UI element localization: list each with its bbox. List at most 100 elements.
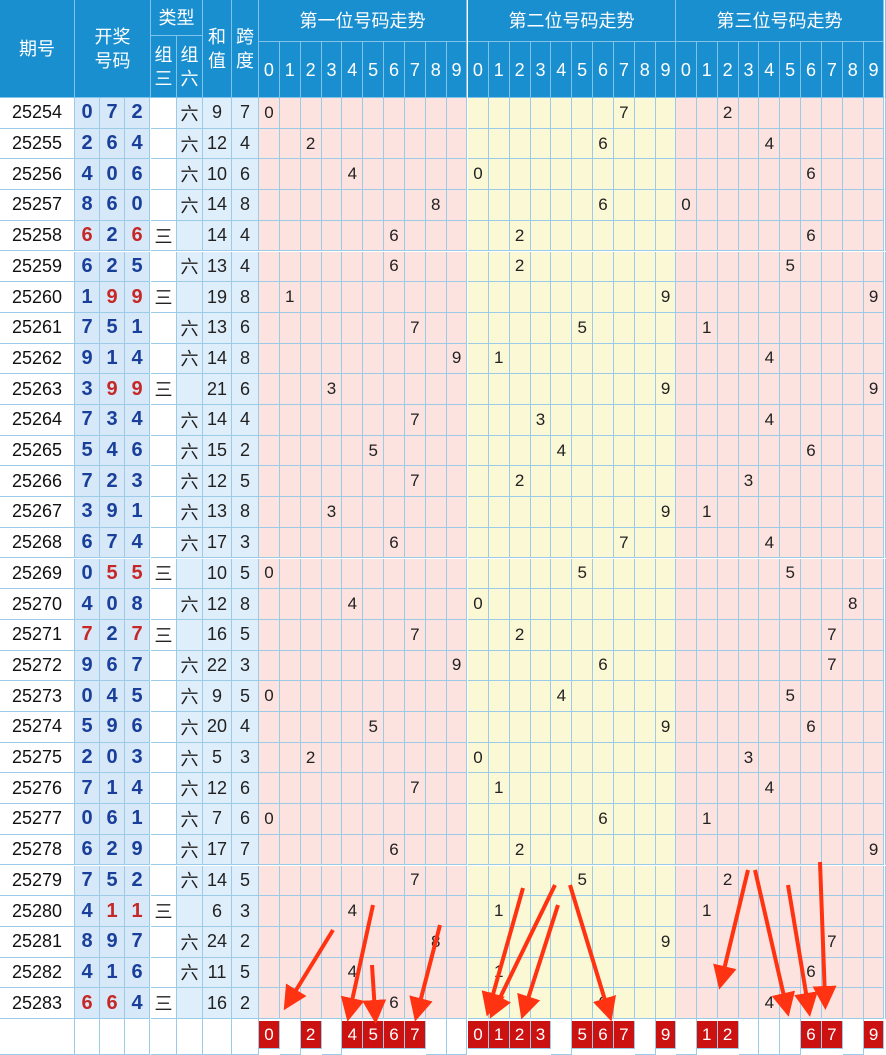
trend-cell bbox=[738, 98, 760, 129]
trend-cell bbox=[759, 804, 781, 835]
trend-cell bbox=[321, 957, 343, 989]
trend-cell bbox=[342, 742, 364, 774]
trend-hit-1: 8 bbox=[425, 190, 447, 221]
draw-digit: 8 bbox=[75, 190, 100, 221]
header-digit-1-4: 4 bbox=[342, 42, 364, 98]
trend-cell bbox=[509, 343, 531, 375]
prediction-digit-1: 2 bbox=[300, 1021, 322, 1049]
trend-cell bbox=[696, 251, 718, 283]
prediction-blank bbox=[177, 1019, 203, 1055]
trend-cell bbox=[780, 957, 802, 989]
type-zu3-cell: 三 bbox=[151, 619, 177, 651]
header-digit-3-9: 9 bbox=[863, 42, 885, 98]
span-cell: 4 bbox=[232, 712, 259, 743]
trend-cell bbox=[821, 988, 843, 1019]
trend-cell bbox=[446, 527, 468, 559]
trend-cell bbox=[780, 343, 802, 375]
draw-digit: 1 bbox=[125, 896, 150, 927]
trend-cell bbox=[821, 374, 843, 405]
trend-cell bbox=[572, 527, 594, 559]
trend-cell bbox=[593, 527, 614, 559]
trend-cell bbox=[488, 435, 510, 467]
trend-cell bbox=[842, 681, 864, 712]
trend-cell bbox=[530, 619, 552, 651]
trend-cell bbox=[509, 865, 531, 897]
type-zu3-cell bbox=[151, 466, 177, 498]
trend-hit-3: 9 bbox=[863, 282, 885, 313]
trend-cell bbox=[488, 589, 510, 620]
trend-cell bbox=[321, 435, 343, 467]
trend-cell bbox=[759, 98, 781, 129]
trend-cell bbox=[780, 896, 802, 927]
trend-cell bbox=[655, 896, 677, 927]
type-zu6-cell: 六 bbox=[177, 405, 203, 436]
type-zu3-cell: 三 bbox=[151, 558, 177, 590]
trend-cell bbox=[613, 681, 635, 712]
draw-digit: 4 bbox=[125, 988, 150, 1019]
type-zu6-cell: 六 bbox=[177, 527, 203, 559]
trend-cell bbox=[300, 527, 322, 559]
trend-cell bbox=[404, 159, 426, 191]
trend-cell bbox=[342, 712, 364, 743]
trend-cell bbox=[279, 957, 301, 989]
trend-cell bbox=[363, 251, 385, 283]
trend-cell bbox=[821, 159, 843, 191]
trend-cell bbox=[363, 220, 385, 252]
trend-cell bbox=[863, 681, 885, 712]
trend-cell bbox=[759, 926, 781, 958]
draw-digit: 7 bbox=[75, 466, 100, 498]
draw-digit: 4 bbox=[125, 405, 150, 436]
trend-cell bbox=[468, 190, 489, 221]
draw-digit: 1 bbox=[100, 957, 125, 989]
trend-cell bbox=[321, 312, 343, 344]
draw-digit: 9 bbox=[100, 282, 125, 313]
trend-cell bbox=[425, 435, 447, 467]
trend-cell bbox=[717, 190, 739, 221]
trend-cell bbox=[279, 681, 301, 712]
trend-hit-3: 2 bbox=[717, 865, 739, 897]
trend-cell bbox=[655, 98, 677, 129]
trend-cell bbox=[384, 650, 405, 682]
prediction-blank bbox=[551, 1019, 573, 1055]
trend-cell bbox=[509, 282, 531, 313]
trend-cell bbox=[404, 220, 426, 252]
trend-cell bbox=[613, 589, 635, 620]
type-zu3-cell bbox=[151, 865, 177, 897]
trend-cell bbox=[300, 435, 322, 467]
trend-cell bbox=[342, 466, 364, 498]
trend-cell bbox=[759, 589, 781, 620]
trend-cell bbox=[613, 650, 635, 682]
trend-cell bbox=[488, 527, 510, 559]
trend-cell bbox=[300, 957, 322, 989]
trend-cell bbox=[655, 527, 677, 559]
draw-digit: 5 bbox=[75, 435, 100, 467]
trend-cell bbox=[259, 374, 280, 405]
draw-digit: 8 bbox=[125, 589, 150, 620]
trend-hit-1: 4 bbox=[342, 159, 364, 191]
type-zu3-cell: 三 bbox=[151, 220, 177, 252]
trend-cell bbox=[655, 466, 677, 498]
trend-hit-2: 1 bbox=[488, 957, 510, 989]
trend-cell bbox=[384, 742, 405, 774]
draw-digit: 7 bbox=[75, 405, 100, 436]
trend-cell bbox=[593, 159, 614, 191]
draw-digit: 7 bbox=[125, 926, 150, 958]
trend-cell bbox=[842, 190, 864, 221]
trend-cell bbox=[780, 128, 802, 160]
trend-cell bbox=[842, 926, 864, 958]
trend-cell bbox=[468, 681, 489, 712]
trend-cell bbox=[738, 834, 760, 866]
trend-cell bbox=[342, 558, 364, 590]
trend-cell bbox=[259, 619, 280, 651]
trend-cell bbox=[488, 282, 510, 313]
trend-cell bbox=[384, 896, 405, 927]
trend-cell bbox=[259, 251, 280, 283]
trend-hit-1: 7 bbox=[404, 773, 426, 805]
trend-cell bbox=[551, 712, 573, 743]
trend-cell bbox=[676, 251, 697, 283]
header-digit-1-1: 1 bbox=[279, 42, 301, 98]
header-trend-3: 第三位号码走势 bbox=[676, 0, 884, 42]
trend-cell bbox=[363, 865, 385, 897]
trend-cell bbox=[488, 159, 510, 191]
trend-cell bbox=[572, 128, 594, 160]
